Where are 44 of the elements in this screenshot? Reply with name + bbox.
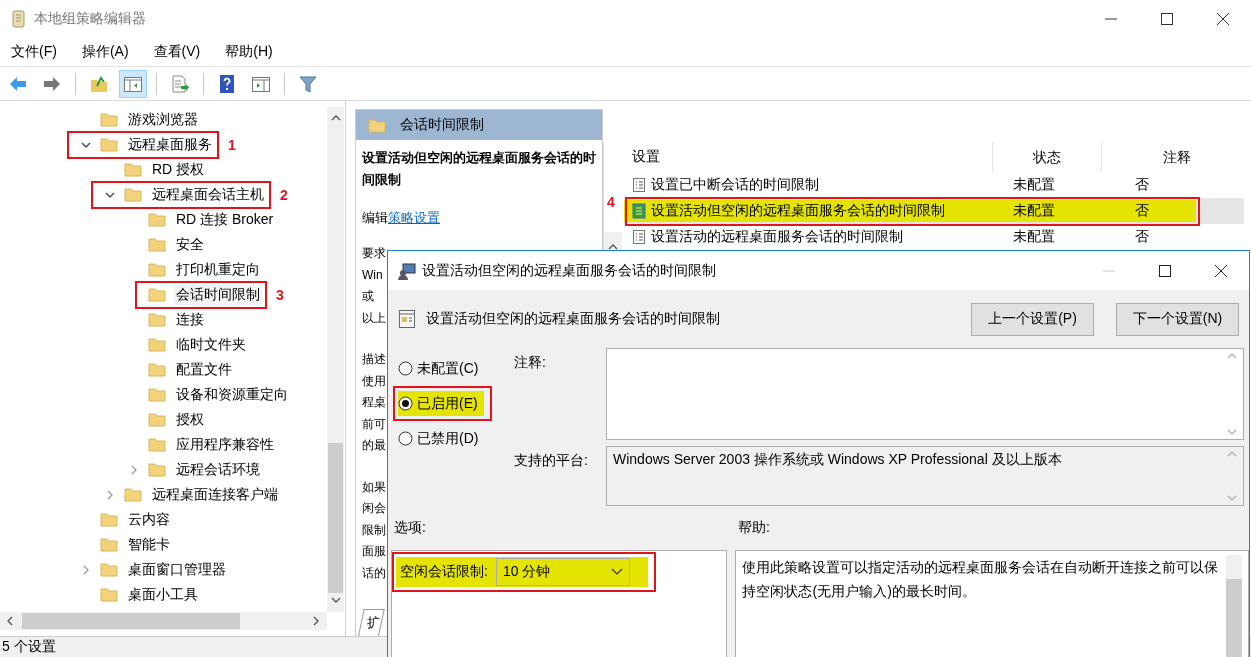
option-label: 空闲会话限制: bbox=[400, 563, 488, 581]
window-title: 本地组策略编辑器 bbox=[34, 10, 147, 28]
description-text: 话的 bbox=[362, 564, 386, 582]
radio-label: 未配置(C) bbox=[417, 359, 479, 378]
table-cell: 设置已中断会话的时间限制 bbox=[651, 176, 819, 194]
radio-label: 已启用(E) bbox=[417, 394, 478, 413]
annotation-number: 3 bbox=[276, 286, 284, 303]
table-cell-text: 否 bbox=[1133, 176, 1150, 194]
section-label: 选项: bbox=[394, 519, 427, 537]
annotation-number: 2 bbox=[280, 186, 288, 203]
table-cell-text: 未配置 bbox=[1011, 202, 1056, 220]
edit-label: 编辑 bbox=[362, 209, 388, 227]
table-cell: 设置活动但空闲的远程桌面服务会话的时间限制 bbox=[651, 202, 945, 220]
description-text: 面服 bbox=[362, 543, 386, 560]
table-cell: 设置活动的远程桌面服务会话的时间限制 bbox=[651, 228, 903, 246]
annotation-number: 4 bbox=[607, 194, 615, 210]
description-text: 的最 bbox=[362, 437, 386, 454]
description-text: 如果 bbox=[362, 478, 386, 496]
pane-header-text: 会话时间限制 bbox=[400, 116, 484, 134]
description-text: 限制 bbox=[362, 521, 386, 539]
table-cell-text: 否 bbox=[1133, 228, 1150, 246]
field-label: 支持的平台: bbox=[514, 451, 589, 470]
description-text: Win bbox=[362, 266, 383, 284]
policy-title: 设置活动但空闲的远程桌面服务会话的时间限制 bbox=[362, 149, 596, 189]
setting-title: 设置活动但空闲的远程桌面服务会话的时间限制 bbox=[426, 310, 721, 328]
description-text: 或 bbox=[362, 288, 374, 305]
description-text: 闲会 bbox=[362, 500, 386, 517]
section-label: 帮助: bbox=[738, 519, 770, 537]
description-text: 使用 bbox=[362, 372, 386, 390]
platform-text: Windows Server 2003 操作系统或 Windows XP Professional 及以上版本 bbox=[613, 451, 1062, 467]
radio-label: 已禁用(D) bbox=[417, 429, 479, 448]
table-cell-text: 未配置 bbox=[1011, 228, 1056, 246]
dialog-title: 设置活动但空闲的远程桌面服务会话的时间限制 bbox=[422, 261, 717, 280]
description-text: 要求 bbox=[362, 245, 386, 262]
help-text: 使用此策略设置可以指定活动的远程桌面服务会话在自动断开连接之前可以保持空闲状态(无用户输入)的最长时间。 bbox=[742, 558, 1220, 601]
description-text: 程桌 bbox=[362, 394, 386, 411]
description-text: 描述 bbox=[362, 351, 386, 368]
description-text: 前可 bbox=[362, 415, 386, 433]
status-text: 5 个设置 bbox=[2, 638, 56, 656]
description-text: 以上 bbox=[362, 309, 386, 327]
annotation-number: 1 bbox=[228, 136, 236, 153]
table-cell-text: 未配置 bbox=[1011, 176, 1056, 194]
field-label: 注释: bbox=[514, 353, 547, 372]
table-cell-text: 否 bbox=[1133, 202, 1150, 220]
